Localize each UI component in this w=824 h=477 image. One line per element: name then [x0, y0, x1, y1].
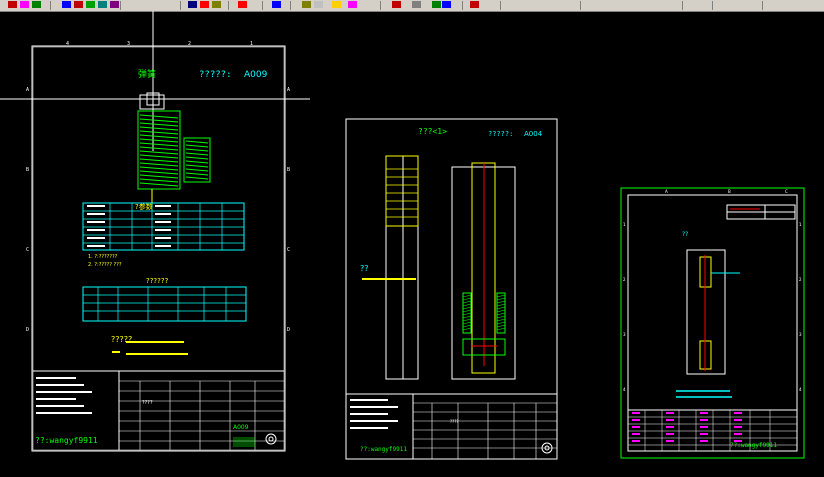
svg-text:3: 3	[623, 332, 626, 337]
sheet-2-title-block: ???? ??:wangyf9911	[346, 393, 557, 459]
sheet-1[interactable]: 4 3 2 1 A B C D A B C D 弹簧 ?????: A009 ?…	[26, 41, 290, 452]
svg-text:C: C	[785, 189, 788, 194]
toolbar-separator	[380, 1, 381, 10]
sheet-1-border-numbers: 4 3 2 1 A B C D A B C D	[26, 41, 290, 333]
plunger-side-view	[385, 155, 419, 380]
sheet-1-title: 弹簧	[138, 68, 156, 80]
sheet-2-code: A004	[524, 130, 543, 138]
toolbar-separator	[712, 1, 713, 10]
svg-text:3: 3	[799, 332, 802, 337]
edit-icon[interactable]	[236, 0, 249, 10]
svg-text:2: 2	[623, 277, 626, 282]
window-icon[interactable]	[440, 0, 453, 10]
sheet-3-top-table	[726, 204, 796, 220]
border-number: 4	[66, 41, 69, 47]
ruler-icon[interactable]	[410, 0, 423, 10]
author-label: ??:wangyf9911	[360, 446, 407, 453]
help-icon[interactable]	[312, 0, 325, 10]
sheet-3-title-block: ??:wangyf9911	[627, 409, 798, 452]
sheet-3[interactable]: A B C 1 2 3 4 1 2 3 4 ?? ??:wangyf9911	[620, 187, 805, 459]
toolbar-separator	[228, 1, 229, 10]
border-letter: A	[26, 87, 29, 93]
measure-icon[interactable]	[270, 0, 283, 10]
table-2-title: ??????	[146, 277, 169, 285]
border-letter: D	[26, 327, 29, 333]
sheet-3-notes	[676, 390, 732, 398]
svg-text:B: B	[728, 189, 731, 194]
pin-view	[686, 249, 740, 375]
toolbar-separator	[500, 1, 501, 10]
title-block-name: ????	[142, 400, 153, 406]
extra-icon[interactable]	[468, 0, 481, 10]
plot-icon[interactable]	[346, 0, 359, 10]
draw-icon[interactable]	[30, 0, 43, 10]
author-label: ??:wangyf9911	[35, 436, 98, 445]
material-table	[82, 286, 247, 322]
sheet-2-side-label: ??	[360, 264, 369, 273]
svg-text:4: 4	[799, 387, 802, 392]
author-label: ??:wangyf9911	[730, 442, 777, 449]
svg-text:1: 1	[623, 222, 626, 227]
tool-icon[interactable]	[390, 0, 403, 10]
sheet-2-title: ???<1>	[418, 127, 447, 136]
border-letter: C	[26, 247, 29, 253]
border-letter: D	[287, 327, 290, 333]
svg-text:1: 1	[799, 222, 802, 227]
title-block-name: ????	[450, 419, 459, 424]
sheet-2[interactable]: ???<1> ?????: A004 ?? ???? ??:wangyf9911	[345, 118, 558, 460]
sheet-1-code: A009	[244, 70, 268, 80]
border-letter: B	[26, 167, 29, 173]
sheet-2-code-label: ?????:	[488, 130, 513, 138]
toolbar-separator	[580, 1, 581, 10]
hatch-icon[interactable]	[210, 0, 223, 10]
toolbar-separator	[180, 1, 181, 10]
notes-line-2: 2. ?:????? ???	[88, 262, 122, 268]
svg-text:4: 4	[623, 387, 626, 392]
crosshair-cursor	[0, 11, 310, 151]
title-block-code: A009	[233, 424, 249, 431]
sheet-3-title: ??	[682, 231, 688, 238]
border-number: 2	[188, 41, 191, 47]
notes-line-1: 1. ?:???????	[88, 254, 118, 260]
toolbar-separator	[262, 1, 263, 10]
light-icon[interactable]	[330, 0, 343, 10]
svg-text:A: A	[665, 189, 668, 194]
toolbar-separator	[50, 1, 51, 10]
drawing-canvas[interactable]: 4 3 2 1 A B C D A B C D 弹簧 ?????: A009 ?…	[0, 11, 824, 477]
toolbar-separator	[762, 1, 763, 10]
spring-param-table	[82, 202, 245, 251]
sheet-1-title-block: ???? A009 ??:wangyf9911	[33, 370, 284, 450]
border-letter: C	[287, 247, 290, 253]
border-number: 3	[127, 41, 130, 47]
border-number: 1	[250, 41, 253, 47]
svg-text:2: 2	[799, 277, 802, 282]
plunger-section-view	[451, 162, 516, 380]
toolbar-separator	[462, 1, 463, 10]
toolbar-separator	[120, 1, 121, 10]
toolbar-separator	[290, 1, 291, 10]
border-letter: B	[287, 167, 290, 173]
border-letter: A	[287, 87, 290, 93]
toolbar-separator	[682, 1, 683, 10]
spring-drawing	[137, 94, 211, 207]
sheet-1-code-label: ?????:	[199, 70, 232, 80]
